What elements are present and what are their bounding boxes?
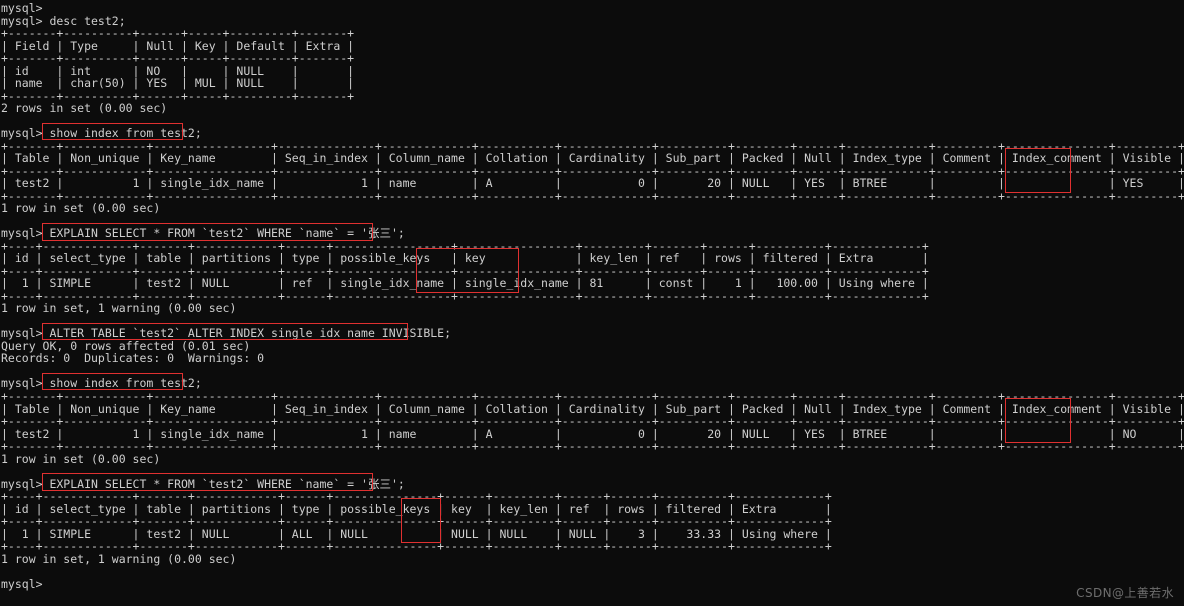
terminal-line: +-------+----------+------+-----+-------… <box>1 88 355 103</box>
terminal-line: | name | char(50) | YES | MUL | NULL | | <box>1 76 355 91</box>
terminal-line: | 1 | SIMPLE | test2 | NULL | ref | sing… <box>1 276 929 291</box>
terminal-line: +-------+------------+-----------------+… <box>1 439 1184 454</box>
terminal-line: mysql> <box>1 1 43 15</box>
terminal-line: +-------+------------+-----------------+… <box>1 388 1184 403</box>
terminal-line: | Table | Non_unique | Key_name | Seq_in… <box>1 151 1184 166</box>
terminal-line: +-------+----------+------+-----+-------… <box>1 51 355 66</box>
mysql-terminal-window[interactable]: mysql> mysql> desc test2; +-------+-------… <box>0 0 1184 606</box>
terminal-line: +----+-------------+-------+------------… <box>1 489 832 504</box>
terminal-line: | test2 | 1 | single_idx_name | 1 | name… <box>1 176 1184 191</box>
terminal-output: mysql> mysql> desc test2; +-------+-------… <box>1 2 1184 590</box>
terminal-line: 1 row in set, 1 warning (0.00 sec) <box>1 551 237 566</box>
terminal-line: mysql> show index from test2; <box>1 126 202 141</box>
terminal-line: 1 row in set (0.00 sec) <box>1 201 161 216</box>
watermark: CSDN@上善若水 <box>1076 586 1174 601</box>
terminal-line: mysql> EXPLAIN SELECT * FROM `test2` WHE… <box>1 226 405 241</box>
terminal-line: mysql> <box>1 576 43 591</box>
terminal-line: 2 rows in set (0.00 sec) <box>1 101 168 116</box>
terminal-line: 1 row in set, 1 warning (0.00 sec) <box>1 301 237 316</box>
terminal-line: 1 row in set (0.00 sec) <box>1 451 161 466</box>
terminal-line: Records: 0 Duplicates: 0 Warnings: 0 <box>1 351 265 366</box>
terminal-line: +----+-------------+-------+------------… <box>1 514 832 529</box>
terminal-line: +-------+------------+-----------------+… <box>1 414 1184 429</box>
terminal-line: +----+-------------+-------+------------… <box>1 539 832 554</box>
terminal-line: +-------+------------+-----------------+… <box>1 188 1184 203</box>
terminal-line: +-------+----------+------+-----+-------… <box>1 26 355 41</box>
terminal-line: | id | select_type | table | partitions … <box>1 251 929 266</box>
